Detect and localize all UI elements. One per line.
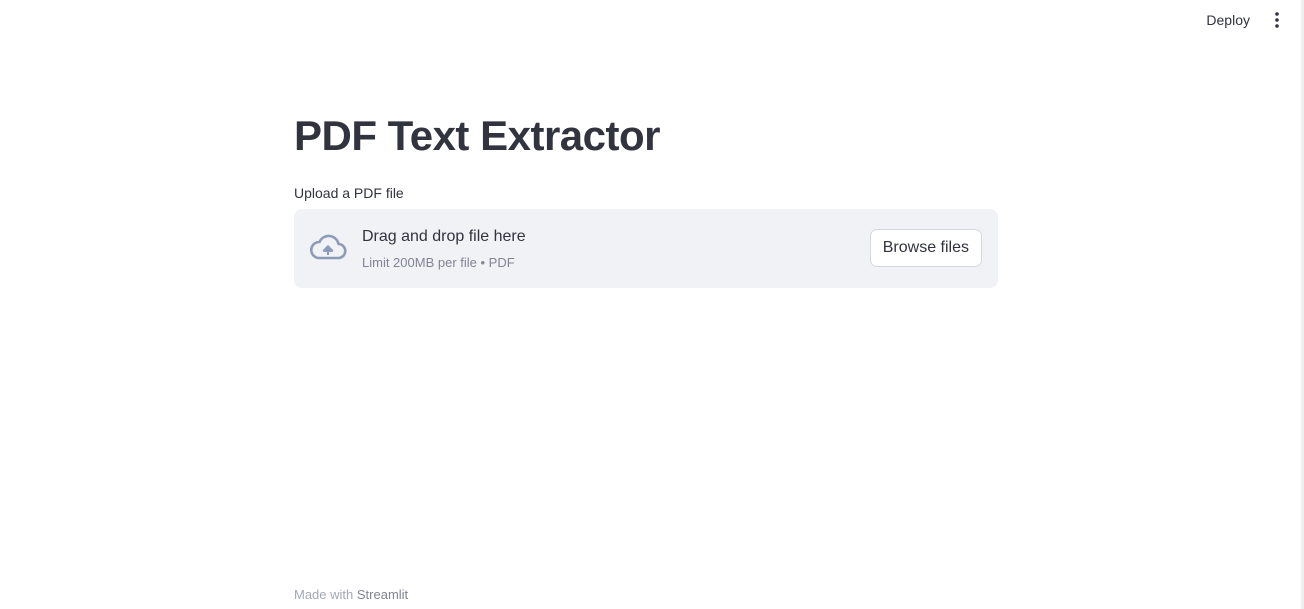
cloud-upload-icon [309,232,347,264]
browse-files-button[interactable]: Browse files [869,229,982,267]
streamlit-link[interactable]: Streamlit [357,587,408,602]
deploy-button[interactable]: Deploy [1196,8,1260,32]
upload-label: Upload a PDF file [294,185,404,201]
app-root: Deploy PDF Text Extractor Upload a PDF f… [0,0,1304,609]
dropzone-subtitle: Limit 200MB per file • PDF [362,255,515,270]
top-toolbar: Deploy [1196,8,1288,32]
file-dropzone[interactable]: Drag and drop file here Limit 200MB per … [294,209,998,288]
footer: Made with Streamlit [294,587,408,602]
footer-prefix: Made with [294,587,354,602]
page-title: PDF Text Extractor [294,112,661,159]
dropzone-title: Drag and drop file here [362,228,526,245]
more-vertical-icon[interactable] [1266,8,1288,32]
